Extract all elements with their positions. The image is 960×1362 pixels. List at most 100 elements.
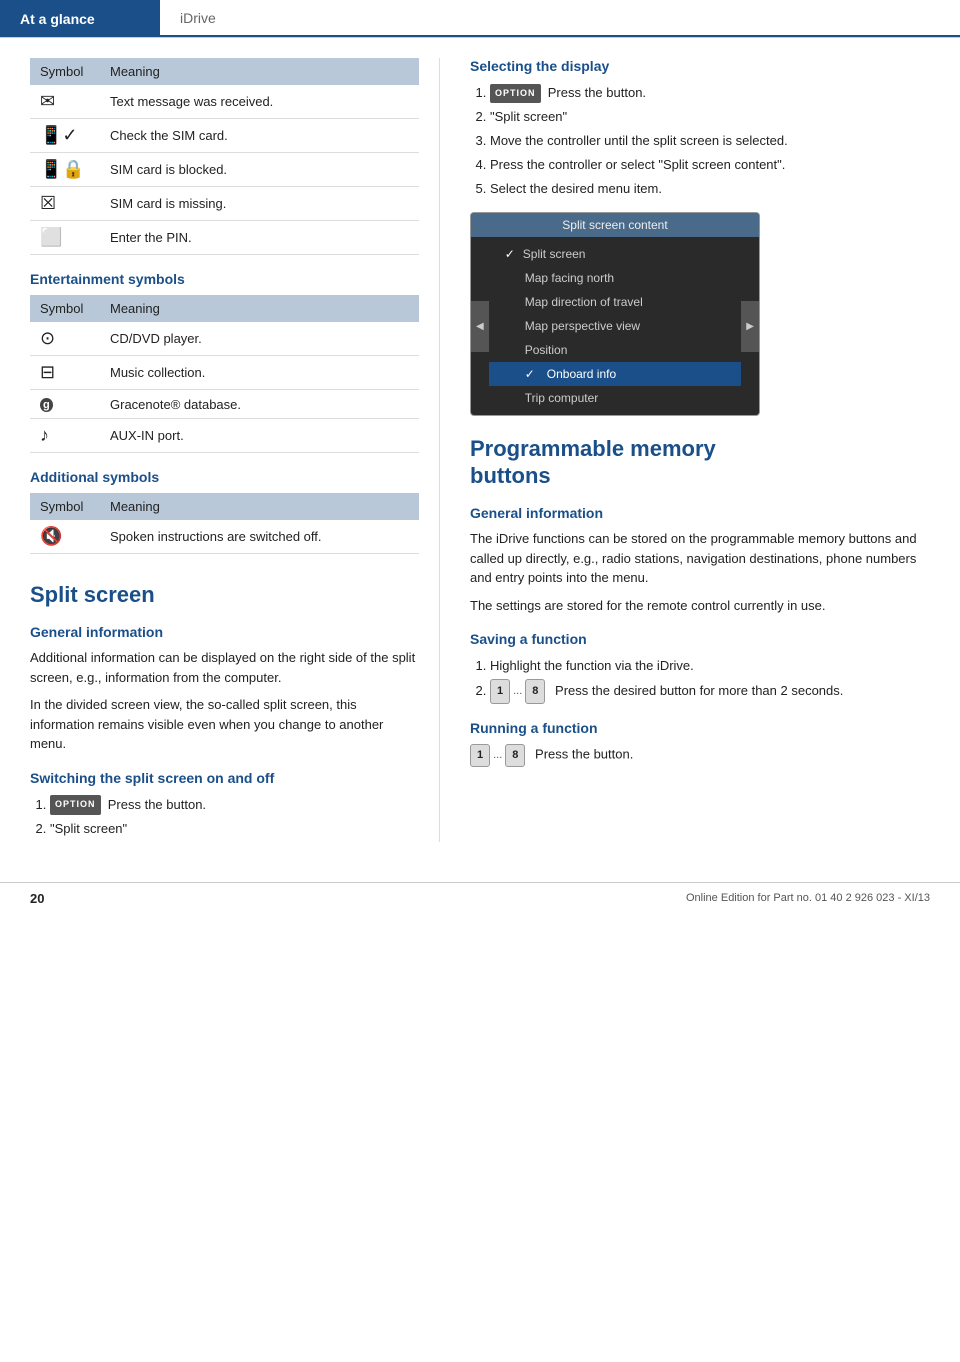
header-section-left: At a glance <box>0 0 160 37</box>
switching-steps-list: OPTION Press the button. "Split screen" <box>50 794 419 840</box>
meaning-cell: Spoken instructions are switched off. <box>100 520 419 554</box>
menu-item-map-north: Map facing north <box>489 266 742 290</box>
symbol-cell: ⊙ <box>30 322 100 356</box>
option-button-icon: OPTION <box>50 795 101 814</box>
button-8-run: 8 <box>505 744 525 767</box>
list-item: Select the desired menu item. <box>490 178 930 200</box>
list-item: OPTION Press the button. <box>50 794 419 816</box>
screen-title-text: Split screen content <box>562 218 667 232</box>
button-1: 1 <box>490 679 510 704</box>
sim-check-icon: 📱✓ <box>40 125 78 146</box>
list-item: Move the controller until the split scre… <box>490 130 930 152</box>
envelope-icon: ✉ <box>40 91 55 112</box>
saving-steps-list: Highlight the function via the iDrive. 1… <box>490 655 930 704</box>
saving-step2-text: Press the desired button for more than 2… <box>555 683 843 698</box>
table-row: ✉ Text message was received. <box>30 85 419 119</box>
meaning-cell: Enter the PIN. <box>100 221 419 255</box>
cd-dvd-icon: ⊙ <box>40 328 55 349</box>
menu-item-label: Map perspective view <box>525 319 640 333</box>
running-text-label: Press the button. <box>535 747 633 762</box>
menu-item-trip-computer: Trip computer <box>489 386 742 410</box>
split-general-p2: In the divided screen view, the so-calle… <box>30 695 419 754</box>
meaning-cell: Music collection. <box>100 356 419 390</box>
menu-item-label: Split screen <box>523 247 586 261</box>
right-column: Selecting the display OPTION Press the b… <box>440 58 960 842</box>
main-content: Symbol Meaning ✉ Text message was receiv… <box>0 38 960 862</box>
symbol-cell: ♪ <box>30 419 100 453</box>
meaning-cell: Check the SIM card. <box>100 119 419 153</box>
table-row: 📱🔒 SIM card is blocked. <box>30 153 419 187</box>
split-general-p1: Additional information can be displayed … <box>30 648 419 687</box>
ellipsis-run: ... <box>493 747 502 764</box>
menu-item-label: Position <box>525 343 568 357</box>
saving-heading: Saving a function <box>470 631 930 647</box>
option-button-icon2: OPTION <box>490 84 541 103</box>
ellipsis: ... <box>513 682 522 701</box>
switching-step2-text: "Split screen" <box>50 821 127 836</box>
table-row: ⬜ Enter the PIN. <box>30 221 419 255</box>
list-item: Highlight the function via the iDrive. <box>490 655 930 677</box>
col-meaning-header-add: Meaning <box>100 493 419 520</box>
page-header: At a glance iDrive <box>0 0 960 38</box>
entertainment-table: Symbol Meaning ⊙ CD/DVD player. ⊟ Music … <box>30 295 419 453</box>
menu-item-onboard-info: ✓ Onboard info <box>489 362 742 386</box>
mute-icon: 🔇 <box>40 526 62 547</box>
header-right-label: iDrive <box>180 10 216 26</box>
screen-simulation: Split screen content ◀ Split screen Map … <box>470 212 760 416</box>
table-row: ♪ AUX-IN port. <box>30 419 419 453</box>
list-item: "Split screen" <box>50 818 419 840</box>
meaning-cell: SIM card is missing. <box>100 187 419 221</box>
col-symbol-header: Symbol <box>30 58 100 85</box>
list-item: Press the controller or select "Split sc… <box>490 154 930 176</box>
meaning-cell: CD/DVD player. <box>100 322 419 356</box>
symbol-cell: ☒ <box>30 187 100 221</box>
meaning-cell: SIM card is blocked. <box>100 153 419 187</box>
num-btn-group-run: 1 ... 8 <box>470 744 525 767</box>
col-meaning-header: Meaning <box>100 58 419 85</box>
sim-missing-icon: ☒ <box>40 193 56 214</box>
col-symbol-header-ent: Symbol <box>30 295 100 322</box>
symbol-cell: ⊟ <box>30 356 100 390</box>
screen-left-nav: ◀ <box>471 301 489 352</box>
selecting-step4-text: Press the controller or select "Split sc… <box>490 157 785 172</box>
prog-general-heading: General information <box>470 505 930 521</box>
num-btn-group: 1 ... 8 <box>490 679 545 704</box>
screen-right-nav: ▶ <box>741 301 759 352</box>
page-footer: 20 Online Edition for Part no. 01 40 2 9… <box>0 882 960 914</box>
table-row: 📱✓ Check the SIM card. <box>30 119 419 153</box>
gracenote-icon: g <box>40 398 53 412</box>
selecting-step2-text: "Split screen" <box>490 109 567 124</box>
pin-icon: ⬜ <box>40 227 62 248</box>
menu-item-label: Map direction of travel <box>525 295 643 309</box>
meaning-cell: Text message was received. <box>100 85 419 119</box>
chevron-left-icon: ◀ <box>476 321 484 332</box>
symbol-cell: 🔇 <box>30 520 100 554</box>
symbol-cell: g <box>30 390 100 419</box>
table-row: g Gracenote® database. <box>30 390 419 419</box>
switching-heading: Switching the split screen on and off <box>30 770 419 786</box>
table-row: ⊙ CD/DVD player. <box>30 322 419 356</box>
meaning-cell: AUX-IN port. <box>100 419 419 453</box>
split-general-heading: General information <box>30 624 419 640</box>
sim-blocked-icon: 📱🔒 <box>40 159 85 180</box>
col-symbol-header-add: Symbol <box>30 493 100 520</box>
chevron-right-icon: ▶ <box>746 321 754 332</box>
copyright-text: Online Edition for Part no. 01 40 2 926 … <box>686 892 930 904</box>
menu-item-label: Trip computer <box>525 391 599 405</box>
page-number: 20 <box>30 891 44 906</box>
menu-item-map-direction: Map direction of travel <box>489 290 742 314</box>
prog-general-p2: The settings are stored for the remote c… <box>470 596 930 616</box>
menu-item-split-screen: Split screen <box>489 242 742 266</box>
symbol-cell: ⬜ <box>30 221 100 255</box>
switching-step1-text: Press the button. <box>108 797 206 812</box>
checkmark-icon: ✓ <box>525 367 535 381</box>
symbol-cell: ✉ <box>30 85 100 119</box>
selecting-steps-list: OPTION Press the button. "Split screen" … <box>490 82 930 200</box>
header-left-label: At a glance <box>20 11 95 27</box>
table-row: ⊟ Music collection. <box>30 356 419 390</box>
additional-table: Symbol Meaning 🔇 Spoken instructions are… <box>30 493 419 554</box>
prog-general-p1: The iDrive functions can be stored on th… <box>470 529 930 588</box>
button-1-run: 1 <box>470 744 490 767</box>
saving-step1-text: Highlight the function via the iDrive. <box>490 658 694 673</box>
header-section-right: iDrive <box>160 0 960 37</box>
